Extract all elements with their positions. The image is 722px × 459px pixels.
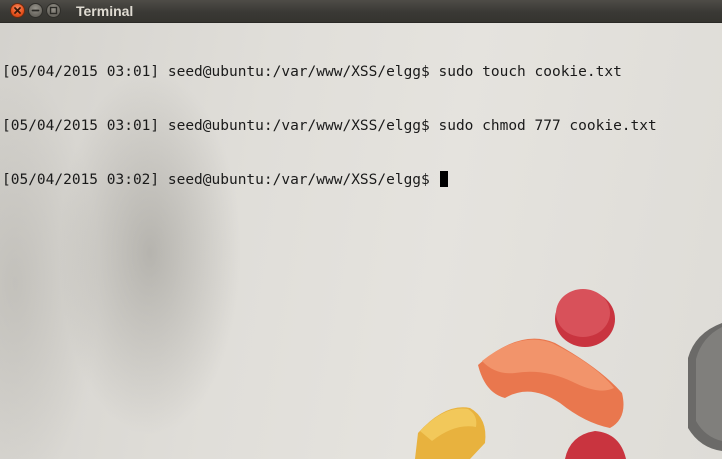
- terminal-line-text: [05/04/2015 03:01] seed@ubuntu:/var/www/…: [2, 64, 622, 80]
- close-button[interactable]: [10, 3, 25, 18]
- terminal-line: [05/04/2015 03:01] seed@ubuntu:/var/www/…: [0, 63, 722, 81]
- terminal-prompt-line[interactable]: [05/04/2015 03:02] seed@ubuntu:/var/www/…: [0, 171, 722, 189]
- minimize-button[interactable]: [28, 3, 43, 18]
- minimize-icon: [31, 9, 40, 12]
- terminal-content[interactable]: [05/04/2015 03:01] seed@ubuntu:/var/www/…: [0, 23, 722, 459]
- close-icon: [14, 7, 21, 14]
- ubuntu-logo-segments: [415, 289, 722, 459]
- terminal-window: Terminal [05/04/2015 03:01] seed@ubuntu:…: [0, 0, 722, 459]
- terminal-prompt-text: [05/04/2015 03:02] seed@ubuntu:/var/www/…: [2, 172, 439, 188]
- maximize-button[interactable]: [46, 3, 61, 18]
- text-cursor: [439, 171, 448, 187]
- terminal-line-text: [05/04/2015 03:01] seed@ubuntu:/var/www/…: [2, 118, 657, 134]
- window-title: Terminal: [76, 3, 134, 19]
- terminal-output: [05/04/2015 03:01] seed@ubuntu:/var/www/…: [0, 27, 722, 225]
- terminal-line: [05/04/2015 03:01] seed@ubuntu:/var/www/…: [0, 117, 722, 135]
- title-bar[interactable]: Terminal: [0, 0, 722, 23]
- maximize-icon: [49, 6, 58, 15]
